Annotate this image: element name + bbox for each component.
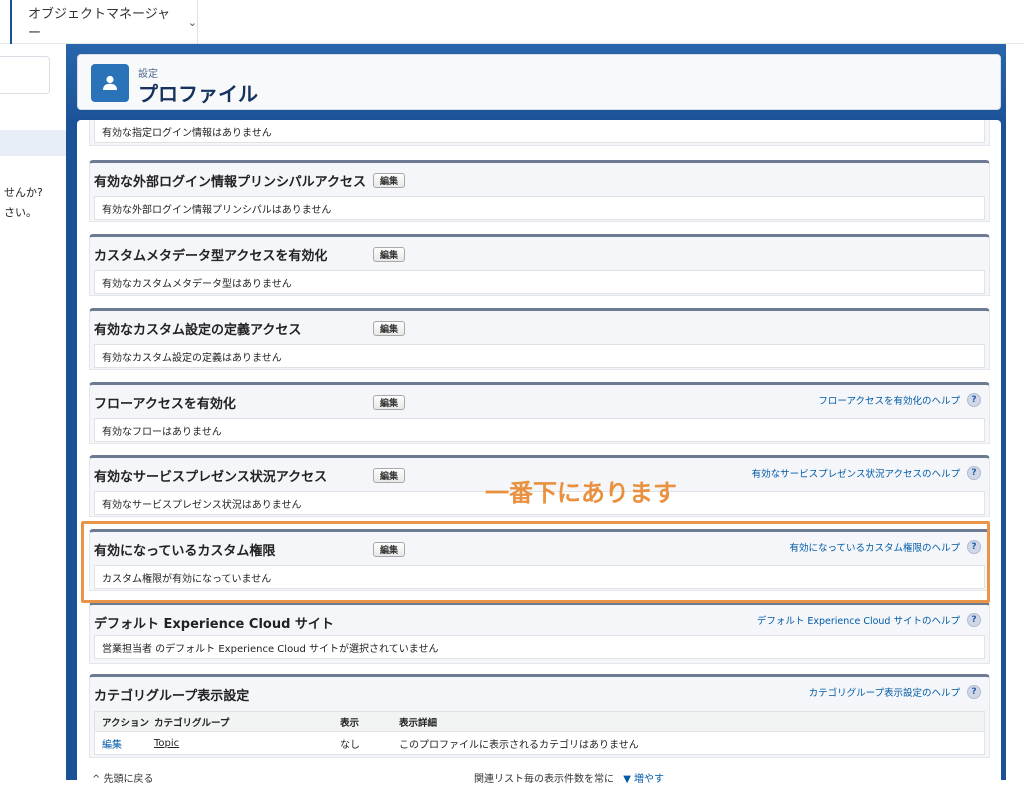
section-title: カスタムメタデータ型アクセスを有効化 [94, 249, 328, 264]
section-body: 有効な外部ログイン情報プリンシパルはありません [94, 196, 985, 220]
section-body: 有効なカスタムメタデータ型はありません [94, 270, 985, 294]
sidebar-help-text-2: さい。 [4, 206, 37, 219]
section-title: フローアクセスを有効化 [94, 397, 236, 412]
user-profile-icon [91, 64, 129, 102]
annotation-highlight-box [81, 521, 990, 603]
column-header: アクション [102, 717, 150, 729]
list-display-text: 関連リスト毎の表示件数を常に ▼ 増やす [474, 770, 664, 785]
section-custom-metadata: カスタムメタデータ型アクセスを有効化 編集 有効なカスタムメタデータ型はありませ… [89, 234, 990, 296]
page-title: プロファイル [138, 82, 258, 106]
profile-detail-content: 有効な指定ログイン情報はありません 有効な外部ログイン情報プリンシパルアクセス … [77, 120, 1001, 780]
section-title: デフォルト Experience Cloud サイト [94, 617, 334, 632]
section-experience-cloud: デフォルト Experience Cloud サイト デフォルト Experie… [89, 602, 990, 664]
section-title: 有効な外部ログイン情報プリンシパルアクセス [94, 175, 366, 190]
section-title: 有効なカスタム設定の定義アクセス [94, 323, 302, 338]
help-icon[interactable]: ? [967, 466, 981, 480]
category-group-link[interactable]: Topic [154, 738, 179, 749]
sidebar-help-text-1: せんか? [4, 186, 43, 199]
edit-button[interactable]: 編集 [373, 395, 405, 410]
edit-link[interactable]: 編集 [102, 736, 122, 751]
help-link-label[interactable]: フローアクセスを有効化のヘルプ [818, 393, 960, 407]
table-row: 編集 Topic なし このプロファイルに表示されるカテゴリはありません [95, 732, 984, 754]
section-category-group: カテゴリグループ表示設定 カテゴリグループ表示設定のヘルプ ? アクション カテ… [89, 674, 990, 758]
help-icon[interactable]: ? [967, 685, 981, 699]
section-named-credentials: 有効な指定ログイン情報はありません [89, 120, 990, 146]
object-manager-label: オブジェクトマネージャー [28, 7, 171, 41]
category-group-table: アクション カテゴリグループ 表示 表示詳細 編集 Topic なし このプロフ… [94, 711, 985, 755]
left-sidebar: せんか? さい。 [0, 44, 66, 803]
quick-find-input[interactable] [0, 56, 50, 94]
edit-button[interactable]: 編集 [373, 247, 405, 262]
table-header: アクション カテゴリグループ 表示 表示詳細 [95, 712, 984, 732]
help-link[interactable]: フローアクセスを有効化のヘルプ ? [818, 393, 981, 407]
annotation-text: 一番下にあります [485, 479, 677, 507]
increase-link[interactable]: ▼ 増やす [623, 774, 664, 785]
section-title: 有効なサービスプレゼンス状況アクセス [94, 470, 328, 485]
object-manager-tab[interactable]: オブジェクトマネージャー ⌄ [10, 0, 198, 44]
right-gutter [1006, 44, 1024, 803]
column-header: カテゴリグループ [154, 717, 230, 729]
help-link[interactable]: 有効なサービスプレゼンス状況アクセスのヘルプ ? [752, 466, 981, 480]
sidebar-selected-item[interactable] [0, 130, 66, 156]
section-title: カテゴリグループ表示設定 [94, 689, 250, 704]
help-icon[interactable]: ? [967, 613, 981, 627]
help-link-label[interactable]: デフォルト Experience Cloud サイトのヘルプ [757, 613, 960, 627]
list-display-label: 関連リスト毎の表示件数を常に [474, 774, 614, 785]
column-header: 表示詳細 [399, 717, 438, 729]
column-header: 表示 [340, 717, 360, 729]
edit-button[interactable]: 編集 [373, 173, 405, 188]
section-body: 営業担当者 のデフォルト Experience Cloud サイトが選択されてい… [94, 635, 985, 659]
help-link[interactable]: デフォルト Experience Cloud サイトのヘルプ ? [757, 613, 981, 627]
section-body: 有効な指定ログイン情報はありません [94, 120, 985, 143]
help-link-label[interactable]: カテゴリグループ表示設定のヘルプ [809, 685, 960, 699]
section-body: 有効なカスタム設定の定義はありません [94, 344, 985, 368]
help-link[interactable]: カテゴリグループ表示設定のヘルプ ? [809, 685, 981, 699]
visibility-detail: このプロファイルに表示されるカテゴリはありません [399, 739, 639, 751]
edit-button[interactable]: 編集 [373, 321, 405, 336]
help-link-label[interactable]: 有効なサービスプレゼンス状況アクセスのヘルプ [752, 466, 960, 480]
chevron-down-icon[interactable]: ⌄ [188, 16, 197, 29]
help-icon[interactable]: ? [967, 393, 981, 407]
section-flow-access: フローアクセスを有効化 編集 フローアクセスを有効化のヘルプ ? 有効なフローは… [89, 382, 990, 444]
page-header: 設定 プロファイル [77, 54, 1001, 110]
section-body: 有効なフローはありません [94, 418, 985, 442]
section-external-principal: 有効な外部ログイン情報プリンシパルアクセス 編集 有効な外部ログイン情報プリンシ… [89, 160, 990, 222]
section-custom-settings: 有効なカスタム設定の定義アクセス 編集 有効なカスタム設定の定義はありません [89, 308, 990, 370]
edit-button[interactable]: 編集 [373, 468, 405, 483]
top-navigation-bar: オブジェクトマネージャー ⌄ [0, 0, 1024, 44]
visibility-value: なし [340, 739, 360, 751]
back-to-top-link[interactable]: ^ 先頭に戻る [92, 770, 154, 785]
